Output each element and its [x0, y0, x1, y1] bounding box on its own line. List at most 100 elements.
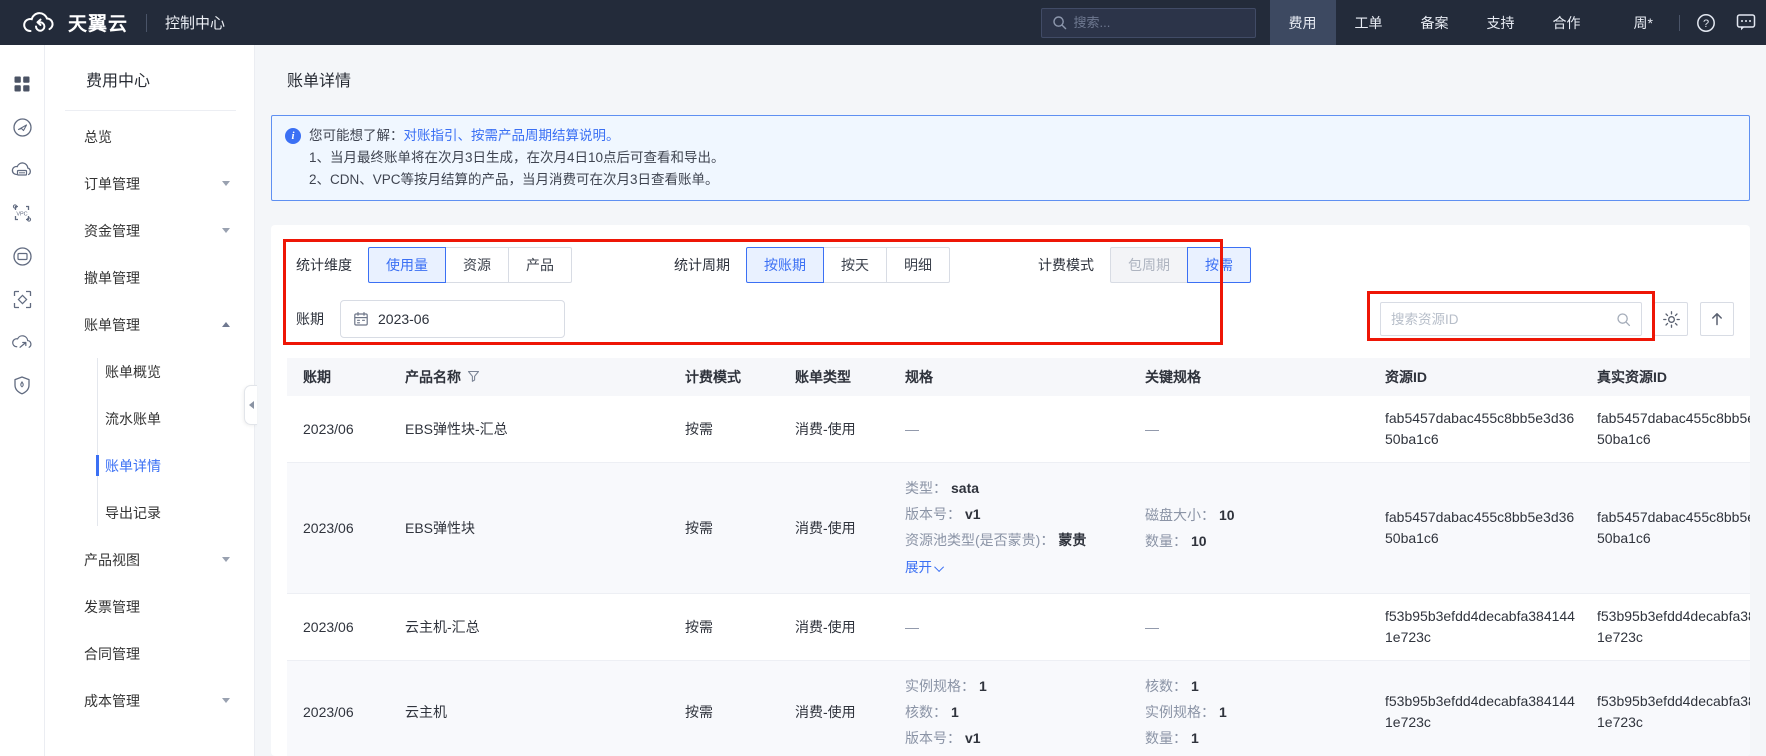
topbar-search[interactable] — [1041, 8, 1256, 38]
brand-area: 天翼云 控制中心 — [22, 9, 225, 36]
resource-id-search-input[interactable] — [1391, 312, 1616, 327]
col-spec: 规格 — [897, 358, 1137, 396]
console-label[interactable]: 控制中心 — [165, 12, 225, 33]
sidebar-item-contracts[interactable]: 合同管理 — [45, 630, 254, 677]
info-icon: i — [285, 128, 301, 144]
period-option-detail[interactable]: 明细 — [886, 247, 950, 283]
filter-row-dimensions: 统计维度 使用量 资源 产品 统计周期 按账期 按天 明细 — [287, 247, 1734, 283]
alert-links[interactable]: 对账指引、按需产品周期结算说明。 — [404, 125, 620, 147]
sidebar-item-bill-details[interactable]: 账单详情 — [45, 442, 254, 489]
cloud-transfer-icon[interactable] — [11, 331, 33, 353]
topnav-item-partner[interactable]: 合作 — [1534, 0, 1600, 45]
dimension-option-usage[interactable]: 使用量 — [368, 247, 446, 283]
resource-id-search[interactable] — [1380, 302, 1642, 336]
main-content: 账单详情 i 您可能想了解： 对账指引、按需产品周期结算说明。 1、当月最终账单… — [255, 45, 1766, 756]
alert-intro-line: i 您可能想了解： 对账指引、按需产品周期结算说明。 — [285, 125, 1733, 147]
host-icon[interactable] — [11, 245, 33, 267]
topnav-item-fees[interactable]: 费用 — [1270, 0, 1336, 45]
topbar-search-input[interactable] — [1074, 15, 1245, 30]
security-shield-icon[interactable] — [11, 374, 33, 396]
col-real-resource-id: 真实资源ID — [1589, 358, 1750, 396]
period-option-cycle[interactable]: 按账期 — [746, 247, 824, 283]
col-key-spec: 关键规格 — [1137, 358, 1377, 396]
filter-funnel-icon[interactable] — [467, 370, 480, 383]
mode-option-on-demand[interactable]: 按需 — [1187, 247, 1251, 283]
cell-real-resource-id: fab5457dabac455c8bb5e3d3650ba1c6 — [1589, 396, 1750, 463]
cell-key-spec: — — [1137, 594, 1377, 661]
apps-grid-icon[interactable] — [11, 73, 33, 95]
help-icon[interactable]: ? — [1686, 0, 1726, 45]
filter-row-cycle-search: 账期 2023-06 — [287, 300, 1734, 338]
sidebar-item-bill-flow[interactable]: 流水账单 — [45, 395, 254, 442]
brand-divider — [146, 14, 147, 32]
period-option-day[interactable]: 按天 — [823, 247, 887, 283]
billing-cycle-picker[interactable]: 2023-06 — [340, 300, 565, 338]
cell-product: EBS弹性块-汇总 — [397, 396, 677, 463]
cell-key-spec: 核数：1 实例规格：1 数量：1 — [1137, 661, 1377, 756]
bill-submenu: 账单概览 流水账单 账单详情 导出记录 — [45, 348, 254, 536]
period-label: 统计周期 — [674, 255, 730, 275]
chevron-down-icon — [222, 181, 230, 186]
cell-billing-mode: 按需 — [677, 661, 787, 756]
topbar-divider — [1679, 15, 1680, 31]
vpc-icon[interactable]: VPC — [11, 202, 33, 224]
column-settings-button[interactable] — [1654, 302, 1688, 336]
dimension-option-product[interactable]: 产品 — [508, 247, 572, 283]
mode-option-subscription[interactable]: 包周期 — [1110, 247, 1188, 283]
chevron-left-icon — [249, 401, 254, 409]
topbar: 天翼云 控制中心 费用 工单 备案 支持 合作 周* ? — [0, 0, 1766, 45]
cell-spec: 实例规格：1 核数：1 版本号：v1 — [897, 661, 1137, 756]
cell-real-resource-id: f53b95b3efdd4decabfa3841441e723c — [1589, 661, 1750, 756]
sidebar-item-bill-management[interactable]: 账单管理 — [45, 301, 254, 348]
cell-real-resource-id: f53b95b3efdd4decabfa3841441e723c — [1589, 594, 1750, 661]
col-bill-type: 账单类型 — [787, 358, 897, 396]
alert-line-2: 2、CDN、VPC等按月结算的产品，当月消费可在次月3日查看账单。 — [285, 169, 1733, 191]
sidebar-item-orders[interactable]: 订单管理 — [45, 160, 254, 207]
col-billing-mode: 计费模式 — [677, 358, 787, 396]
sidebar-item-bill-overview[interactable]: 账单概览 — [45, 348, 254, 395]
topnav-item-tickets[interactable]: 工单 — [1336, 0, 1402, 45]
sidebar-title: 费用中心 — [45, 71, 254, 93]
cell-resource-id: fab5457dabac455c8bb5e3d3650ba1c6 — [1377, 396, 1589, 463]
cell-resource-id: f53b95b3efdd4decabfa3841441e723c — [1377, 594, 1589, 661]
alert-line-1: 1、当月最终账单将在次月3日生成，在次月4日10点后可查看和导出。 — [285, 147, 1733, 169]
export-button[interactable] — [1700, 302, 1734, 336]
app-root: 天翼云 控制中心 费用 工单 备案 支持 合作 周* ? — [0, 0, 1766, 756]
cell-period: 2023/06 — [287, 594, 397, 661]
shell: VPC 费用中心 总览 订单管理 资金管理 撤单管理 账单管理 — [0, 45, 1766, 756]
table-row: 2023/06 EBS弹性块 按需 消费-使用 类型：sata 版本号：v1 资… — [287, 463, 1750, 594]
bill-card: 统计维度 使用量 资源 产品 统计周期 按账期 按天 明细 — [271, 225, 1750, 756]
calendar-icon — [353, 311, 369, 327]
sidebar-item-export-records[interactable]: 导出记录 — [45, 489, 254, 536]
cell-resource-id: fab5457dabac455c8bb5e3d3650ba1c6 — [1377, 463, 1589, 594]
dimension-option-resource[interactable]: 资源 — [445, 247, 509, 283]
sidebar-item-overview[interactable]: 总览 — [45, 113, 254, 160]
expand-spec-link[interactable]: 展开 — [905, 555, 1127, 581]
cloud-logo-icon — [22, 12, 56, 34]
topnav-item-filing[interactable]: 备案 — [1402, 0, 1468, 45]
sidebar-item-product-view[interactable]: 产品视图 — [45, 536, 254, 583]
sidebar-divider — [65, 110, 236, 111]
cell-product: EBS弹性块 — [397, 463, 677, 594]
console-icon[interactable] — [11, 116, 33, 138]
search-icon — [1052, 15, 1067, 30]
edge-frame-icon[interactable] — [11, 288, 33, 310]
bill-table-wrap: 账期 产品名称 计费模式 账单类型 规格 关键规格 资源ID 真实资源ID — [287, 358, 1734, 756]
chevron-down-icon — [222, 698, 230, 703]
col-resource-id: 资源ID — [1377, 358, 1589, 396]
sidebar-collapse-handle[interactable] — [244, 385, 257, 425]
user-menu[interactable]: 周* — [1614, 0, 1673, 45]
cycle-label: 账期 — [296, 309, 324, 329]
table-row: 2023/06 云主机 按需 消费-使用 实例规格：1 核数：1 版本号：v1 — [287, 661, 1750, 756]
sidebar-item-cost-management[interactable]: 成本管理 — [45, 677, 254, 724]
period-segmented-control: 按账期 按天 明细 — [746, 247, 950, 283]
svg-text:?: ? — [1703, 18, 1709, 30]
cell-period: 2023/06 — [287, 396, 397, 463]
topnav-item-support[interactable]: 支持 — [1468, 0, 1534, 45]
sidebar-item-invoices[interactable]: 发票管理 — [45, 583, 254, 630]
cloud-server-icon[interactable] — [11, 159, 33, 181]
sidebar-item-funds[interactable]: 资金管理 — [45, 207, 254, 254]
message-icon[interactable] — [1726, 0, 1766, 45]
dimension-filter-group: 统计维度 使用量 资源 产品 — [296, 247, 572, 283]
sidebar-item-cancellation[interactable]: 撤单管理 — [45, 254, 254, 301]
